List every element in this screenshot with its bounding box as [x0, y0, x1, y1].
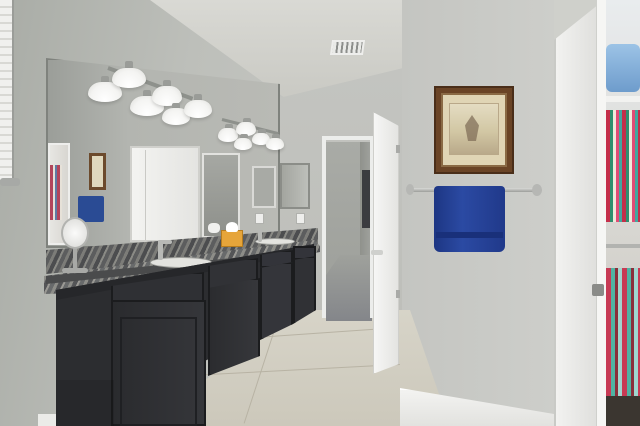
bathroom-photo: [0, 0, 640, 426]
doorway-frame: [322, 136, 374, 318]
closet-shelf: [606, 96, 640, 102]
hanging-clothes: [606, 268, 640, 396]
mirror-reflection-picture: [89, 153, 106, 190]
blue-towel: [434, 186, 505, 252]
closet-rod: [606, 244, 640, 248]
side-mirror: [280, 163, 310, 209]
light-shade: [112, 68, 146, 88]
tissue-box: [221, 230, 243, 247]
light-shade: [184, 100, 212, 118]
towel-bar-bracket: [406, 184, 414, 195]
closet-floor: [606, 396, 640, 426]
light-shade: [266, 138, 284, 150]
faucet-spout: [158, 240, 172, 244]
closet-door-hinge: [592, 284, 604, 296]
closet-door-edge: [596, 0, 606, 426]
closet-storage-bag: [606, 44, 640, 92]
mirror-reflection-small-mirror: [252, 166, 276, 208]
wall-outlet: [296, 213, 305, 224]
makeup-mirror: [61, 217, 89, 249]
cabinet-door-panel: [120, 317, 197, 426]
wall-hook: [0, 178, 20, 186]
mirror-reflection-door: [130, 146, 200, 242]
mirror-reflection-clothes: [50, 165, 62, 220]
door-handle: [371, 250, 383, 255]
tissue: [208, 223, 220, 233]
ceiling-vent: [329, 40, 366, 55]
door-hinge: [396, 145, 400, 153]
mirror-reflection-door-panel: [145, 150, 146, 240]
wall-outlet: [255, 213, 264, 224]
window-blinds: [0, 0, 14, 180]
cabinet-shadow: [56, 380, 114, 426]
light-shade: [234, 138, 252, 150]
towel-band: [436, 232, 503, 238]
towel-bar-bracket: [532, 184, 542, 196]
makeup-mirror-stand: [73, 248, 77, 270]
makeup-mirror-base: [62, 268, 88, 273]
hanging-clothes: [606, 110, 640, 222]
tissue: [226, 222, 238, 232]
door-hinge: [396, 290, 400, 298]
faucet: [258, 229, 262, 242]
baseboard: [38, 414, 56, 426]
